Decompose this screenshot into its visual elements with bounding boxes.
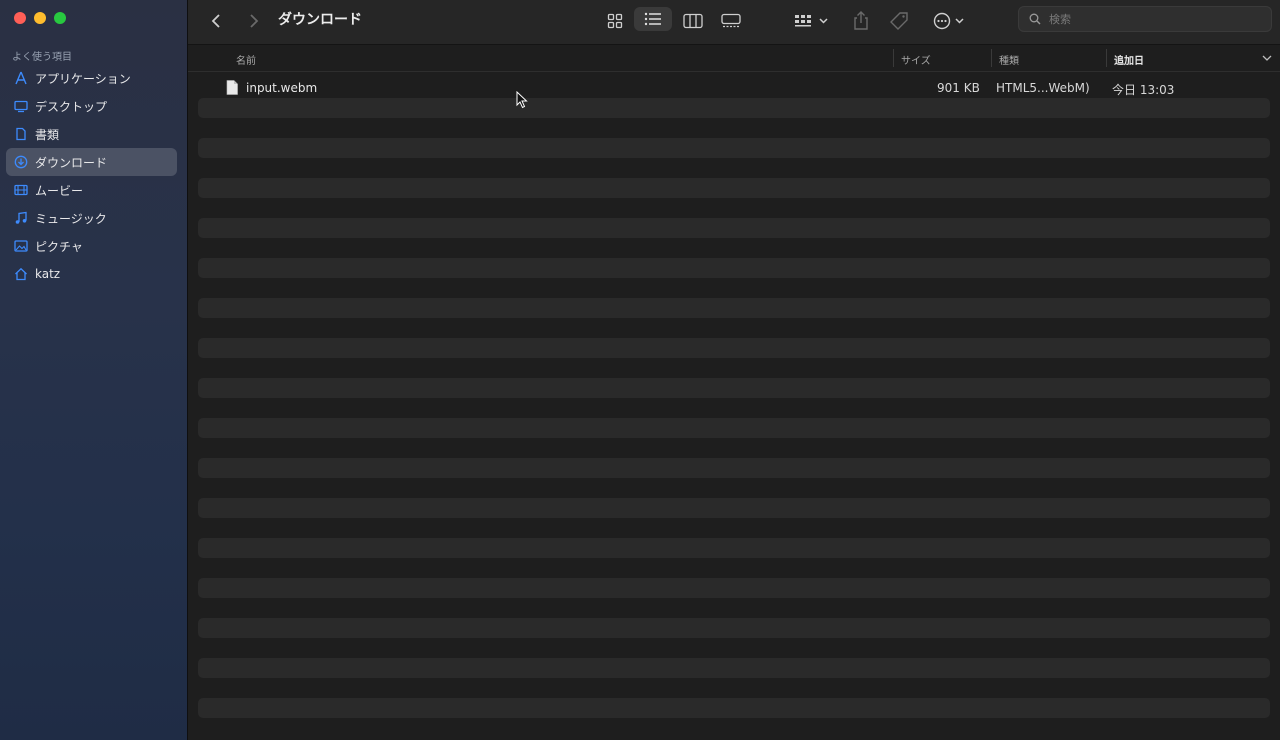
empty-row [198,178,1270,198]
column-separator [1106,49,1107,67]
column-size[interactable]: サイズ [901,52,931,67]
column-name[interactable]: 名前 [236,52,256,67]
empty-row [198,538,1270,558]
share-icon [854,11,868,30]
empty-row [198,658,1270,678]
more-icon [933,12,964,30]
table-row[interactable]: input.webm 901 KB HTML5...WebM) 今日 13:03 [224,78,1270,98]
file-list: input.webm 901 KB HTML5...WebM) 今日 13:03 [198,72,1270,740]
column-separator [893,49,894,67]
music-icon [14,211,28,225]
forward-button[interactable] [244,8,264,34]
documents-icon [14,127,28,141]
group-button[interactable] [792,8,832,34]
main-pane: ダウンロード 検索 名前 サイズ 種類 追加日 input.webm 901 K… [188,0,1280,740]
empty-row [198,218,1270,238]
empty-row [198,98,1270,118]
columns-icon [683,13,703,29]
sidebar-item-label: ムービー [35,183,84,198]
sidebar-item-label: 書類 [35,127,60,142]
sidebar-item-documents[interactable]: 書類 [6,120,177,148]
empty-row [198,578,1270,598]
empty-row [198,338,1270,358]
tag-button[interactable] [886,8,912,34]
sidebar-item-downloads[interactable]: ダウンロード [6,148,177,176]
search-icon [1029,13,1041,25]
gallery-view-button[interactable] [718,8,744,34]
home-icon [14,267,28,281]
search-input[interactable] [1047,11,1251,27]
close-button[interactable] [14,12,26,24]
chevron-left-icon [211,14,220,28]
zoom-button[interactable] [54,12,66,24]
sidebar-item-label: アプリケーション [35,71,131,86]
list-view-button[interactable] [634,7,672,31]
sidebar-item-label: katz [35,267,61,281]
file-name: input.webm [246,81,318,95]
movies-icon [14,183,28,197]
action-button[interactable] [930,8,970,34]
traffic-lights [14,12,66,24]
empty-row [198,418,1270,438]
empty-row [198,138,1270,158]
sidebar-item-music[interactable]: ミュージック [6,204,177,232]
back-button[interactable] [206,8,226,34]
empty-row [198,618,1270,638]
finder-window: よく使う項目 アプリケーション デスクトップ 書類 ダウンロード ムービー ミュ… [0,0,1280,740]
sidebar-item-pictures[interactable]: ピクチャ [6,232,177,260]
empty-row [198,258,1270,278]
grid-icon [607,13,623,29]
toolbar: ダウンロード [188,0,1280,45]
file-kind: HTML5...WebM) [996,81,1090,95]
downloads-icon [14,155,28,169]
share-button[interactable] [850,8,872,34]
mouse-pointer-icon [516,91,528,109]
sidebar-item-label: ミュージック [35,211,107,226]
column-date-added[interactable]: 追加日 [1114,52,1144,67]
empty-row [198,458,1270,478]
tag-icon [890,12,908,30]
icon-view-button[interactable] [602,8,628,34]
search-field[interactable] [1018,6,1272,32]
minimize-button[interactable] [34,12,46,24]
file-date-added: 今日 13:03 [1112,83,1175,97]
applications-icon [14,71,28,85]
column-separator [991,49,992,67]
empty-row [198,378,1270,398]
chevron-right-icon [250,14,259,28]
empty-row [198,498,1270,518]
sidebar-item-home[interactable]: katz [6,260,177,288]
pictures-icon [14,239,28,253]
sidebar-section-label: よく使う項目 [12,52,72,63]
column-view-button[interactable] [680,8,706,34]
sidebar-item-label: ダウンロード [35,155,108,170]
sidebar-list: アプリケーション デスクトップ 書類 ダウンロード ムービー ミュージック ピク… [6,64,177,288]
chevron-down-icon[interactable] [1262,54,1272,62]
empty-row [198,698,1270,718]
desktop-icon [14,99,28,113]
window-title: ダウンロード [278,12,362,28]
sidebar-item-label: デスクトップ [35,99,108,114]
sidebar-item-label: ピクチャ [35,239,83,254]
sidebar-item-movies[interactable]: ムービー [6,176,177,204]
file-size: 901 KB [937,81,980,95]
group-icon [795,15,828,27]
empty-row [198,298,1270,318]
column-header: 名前 サイズ 種類 追加日 [188,45,1280,72]
column-kind[interactable]: 種類 [999,52,1019,67]
gallery-icon [721,13,741,28]
document-file-icon [226,80,238,98]
sidebar-item-applications[interactable]: アプリケーション [6,64,177,92]
list-icon [644,12,661,26]
sidebar-item-desktop[interactable]: デスクトップ [6,92,177,120]
sidebar: よく使う項目 アプリケーション デスクトップ 書類 ダウンロード ムービー ミュ… [0,0,188,740]
